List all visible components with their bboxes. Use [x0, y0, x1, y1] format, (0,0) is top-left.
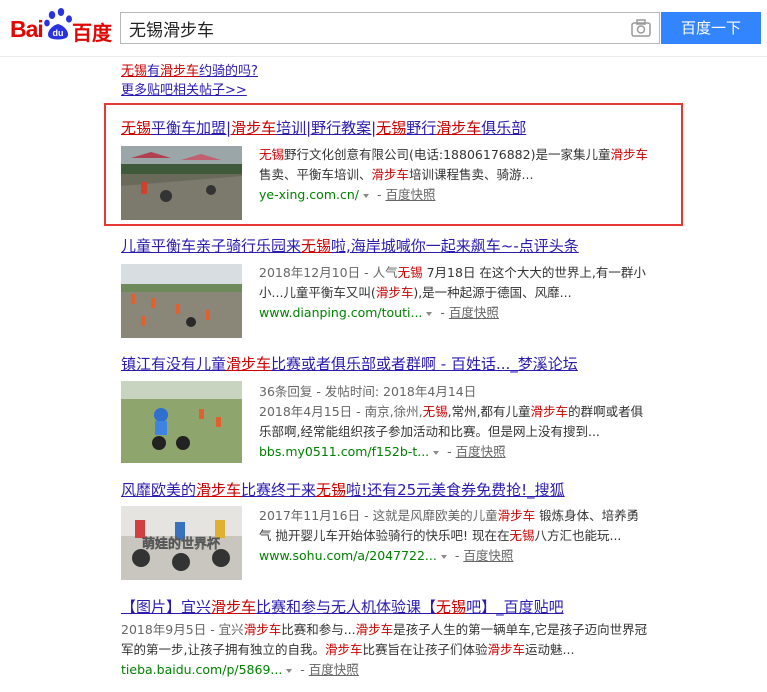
search-result: 【图片】宜兴滑步车比赛和参与无人机体验课【无锡吧】_百度贴吧 2018年9月5日…	[121, 596, 648, 677]
snapshot-link[interactable]: 百度快照	[449, 305, 499, 320]
result-url[interactable]: ye-xing.com.cn/	[259, 187, 359, 202]
snapshot-link[interactable]: 百度快照	[385, 187, 435, 202]
tieba-thread-link[interactable]: 无锡有滑步车约骑的吗?	[121, 62, 258, 81]
baidu-logo[interactable]: Bai du 百度	[10, 8, 114, 46]
result-title[interactable]: 无锡平衡车加盟|滑步车培训|野行教案|无锡野行滑步车俱乐部	[121, 117, 526, 139]
dropdown-arrow-icon[interactable]	[433, 450, 440, 455]
search-result: 儿童平衡车亲子骑行乐园来无锡啦,海岸城喊你一起来飙车~-点评头条	[121, 235, 579, 257]
search-input[interactable]	[129, 16, 609, 40]
logo-text-bai: Bai	[10, 16, 44, 42]
more-tieba-link[interactable]: 更多贴吧相关帖子>>	[121, 81, 258, 100]
logo-text-chinese: 百度	[72, 21, 112, 45]
snapshot-link[interactable]: 百度快照	[456, 444, 506, 459]
result-abstract: 2017年11月16日 - 这就是风靡欧美的儿童滑步车 锻炼身体、培养勇 气 抛…	[259, 508, 640, 563]
result-title[interactable]: 镇江有没有儿童滑步车比赛或者俱乐部或者群啊 - 百姓话..._梦溪论坛	[121, 353, 578, 375]
result-abstract: 无锡野行文化创意有限公司(电话:18806176882)是一家集儿童滑步车 售卖…	[259, 147, 648, 202]
search-button[interactable]: 百度一下	[661, 12, 761, 44]
camera-icon[interactable]	[631, 19, 651, 37]
dropdown-arrow-icon[interactable]	[440, 554, 447, 559]
result-title[interactable]: 风靡欧美的滑步车比赛终于来无锡啦!还有25元美食券免费抢!_搜狐	[121, 479, 565, 501]
logo-text-du: du	[53, 28, 64, 38]
result-abstract: 2018年12月10日 - 人气无锡 7月18日 在这个大大的世界上,有一群小 …	[259, 265, 646, 320]
search-result: 镇江有没有儿童滑步车比赛或者俱乐部或者群啊 - 百姓话..._梦溪论坛	[121, 353, 578, 375]
dropdown-arrow-icon[interactable]	[286, 668, 293, 673]
result-title[interactable]: 儿童平衡车亲子骑行乐园来无锡啦,海岸城喊你一起来飙车~-点评头条	[121, 235, 579, 257]
search-result: 无锡平衡车加盟|滑步车培训|野行教案|无锡野行滑步车俱乐部	[121, 117, 526, 139]
thumbnail-caption: 萌娃的世界杯	[142, 536, 221, 552]
dropdown-arrow-icon[interactable]	[362, 193, 369, 198]
search-header: Bai du 百度 百度一下	[0, 0, 767, 57]
result-thumbnail[interactable]: 萌娃的世界杯	[121, 506, 242, 580]
result-thumbnail[interactable]	[121, 381, 242, 463]
snapshot-link[interactable]: 百度快照	[463, 548, 513, 563]
snapshot-link[interactable]: 百度快照	[309, 662, 359, 677]
result-meta: 36条回复 - 发帖时间: 2018年4月14日	[259, 384, 477, 399]
result-thumbnail[interactable]	[121, 146, 242, 220]
result-url[interactable]: tieba.baidu.com/p/5869...	[121, 662, 282, 677]
result-thumbnail[interactable]	[121, 264, 242, 338]
result-abstract: 36条回复 - 发帖时间: 2018年4月14日 2018年4月15日 - 南京…	[259, 384, 644, 459]
result-url[interactable]: www.sohu.com/a/2047722...	[259, 548, 437, 563]
result-title[interactable]: 【图片】宜兴滑步车比赛和参与无人机体验课【无锡吧】_百度贴吧	[121, 596, 647, 618]
result-url[interactable]: www.dianping.com/touti...	[259, 305, 422, 320]
search-result: 风靡欧美的滑步车比赛终于来无锡啦!还有25元美食券免费抢!_搜狐	[121, 479, 565, 501]
tieba-snippet: 无锡有滑步车约骑的吗? 更多贴吧相关帖子>>	[121, 62, 258, 100]
result-url[interactable]: bbs.my0511.com/f152b-t...	[259, 444, 429, 459]
search-box[interactable]	[120, 12, 660, 44]
baidu-paw-icon: du	[44, 8, 72, 40]
dropdown-arrow-icon[interactable]	[426, 311, 433, 316]
